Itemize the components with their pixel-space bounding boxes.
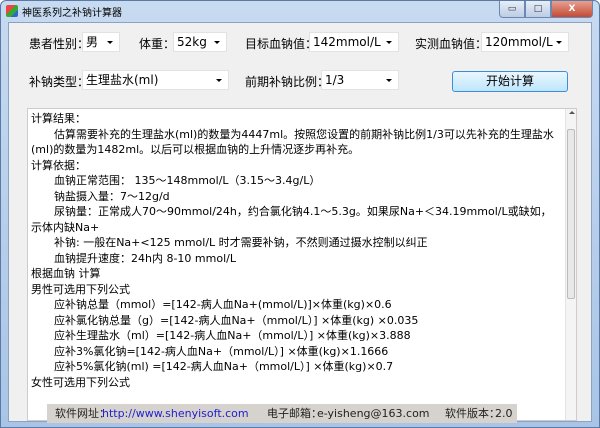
- result-line: 估算需要补充的生理盐水(ml)的数量为4447ml。按照您设置的前期补钠比例1/…: [31, 127, 554, 157]
- result-line: 尿钠量：正常成人70～90mmol/24h，约合氯化钠4.1～5.3g。如果尿N…: [31, 205, 552, 234]
- type-label: 补钠类型：: [29, 75, 90, 89]
- measured-label: 实测血钠值：: [415, 37, 488, 51]
- type-select[interactable]: 生理盐水(ml): [82, 70, 229, 90]
- result-line: 计算依据：: [31, 158, 86, 172]
- close-button[interactable]: X: [551, 1, 593, 18]
- target-select[interactable]: 142mmol/L: [309, 32, 399, 52]
- result-line: 补钠: 一般在Na+<125 mmol/L 时才需要补钠，不然则通过摄水控制以纠…: [54, 236, 428, 249]
- site-link[interactable]: http://www.shenyisoft.com: [102, 407, 249, 420]
- scrollbar-thumb[interactable]: [567, 129, 575, 299]
- ratio-value: 1/3: [325, 73, 345, 87]
- measured-select[interactable]: 120mmol/L: [481, 32, 569, 52]
- sex-label: 患者性别：: [29, 37, 90, 51]
- sex-select[interactable]: 男: [82, 32, 120, 52]
- footer-bar: 软件网址： http://www.shenyisoft.com 电子邮箱： e-…: [47, 404, 517, 423]
- scrollbar[interactable]: [565, 109, 576, 420]
- result-textarea[interactable]: 计算结果： 估算需要补充的生理盐水(ml)的数量为4447ml。按照您设置的前期补…: [27, 108, 577, 421]
- target-value: 142mmol/L: [313, 35, 381, 49]
- result-line: 女性可选用下列公式: [31, 375, 130, 389]
- maximize-button[interactable]: □: [525, 1, 551, 18]
- minimize-button[interactable]: ▭: [499, 1, 525, 18]
- sex-value: 男: [86, 35, 99, 49]
- scroll-up-icon[interactable]: [569, 111, 575, 114]
- result-line: 男性可选用下列公式: [31, 282, 130, 296]
- type-value: 生理盐水(ml): [86, 73, 159, 87]
- ratio-label: 前期补钠比例：: [245, 75, 330, 89]
- email-value: e-yisheng@163.com: [317, 407, 430, 420]
- email-label: 电子邮箱：: [267, 407, 322, 420]
- result-line: 根据血钠 计算: [31, 267, 101, 280]
- result-line: 应补钠总量（mmol）=[142-病人血Na+(mmol/L)]×体重(kg)×…: [54, 298, 392, 311]
- result-lines: 计算结果： 估算需要补充的生理盐水(ml)的数量为4447ml。按照您设置的前期补…: [31, 111, 561, 390]
- chevron-down-icon: [556, 41, 562, 44]
- target-label: 目标血钠值：: [245, 37, 318, 51]
- weight-value: 52kg: [177, 35, 207, 49]
- version-value: 2.0: [495, 407, 513, 420]
- result-line: 应补5%氯化钠(ml) =[142-病人血Na+（mmol/L）] ×体重(kg…: [54, 360, 394, 373]
- chevron-down-icon: [386, 79, 392, 82]
- result-line: 血钠正常范围： 135～148mmol/L（3.15～3.4g/L）: [54, 174, 321, 187]
- result-line: 计算结果：: [31, 112, 86, 125]
- result-line: 应补生理盐水（ml）=[142-病人血Na+（mmol/L）] ×体重(kg)×…: [54, 329, 411, 342]
- start-calculate-button[interactable]: 开始计算: [452, 71, 568, 92]
- result-line: 血钠提升速度：24h内 8-10 mmol/L: [54, 251, 236, 265]
- client-area: 患者性别： 男 体重： 52kg 目标血钠值： 142mmol/L 实测血钠值：…: [8, 22, 592, 423]
- result-line: 钠盐摄入量：7～12g/d: [54, 189, 170, 203]
- app-icon: [6, 5, 18, 17]
- chevron-down-icon: [386, 41, 392, 44]
- title-bar: 神医系列之补钠计算器 ▭ □ X: [1, 1, 599, 21]
- ratio-select[interactable]: 1/3: [321, 70, 399, 90]
- chevron-down-icon: [107, 41, 113, 44]
- measured-value: 120mmol/L: [485, 35, 553, 49]
- result-line: 应补氯化钠总量（g）=[142-病人血Na+（mmol/L）] ×体重(kg) …: [54, 313, 419, 327]
- chevron-down-icon: [214, 41, 220, 44]
- app-window: 神医系列之补钠计算器 ▭ □ X 患者性别： 男 体重： 52kg 目标血钠值：…: [0, 0, 600, 428]
- weight-select[interactable]: 52kg: [173, 32, 227, 52]
- result-line: 应补3%氯化钠=[142-病人血Na+（mmol/L）] ×体重(kg)×1.1…: [54, 344, 389, 358]
- weight-label: 体重：: [139, 37, 176, 51]
- chevron-down-icon: [216, 79, 222, 82]
- version-label: 软件版本：: [445, 407, 500, 420]
- window-title: 神医系列之补钠计算器: [22, 8, 122, 19]
